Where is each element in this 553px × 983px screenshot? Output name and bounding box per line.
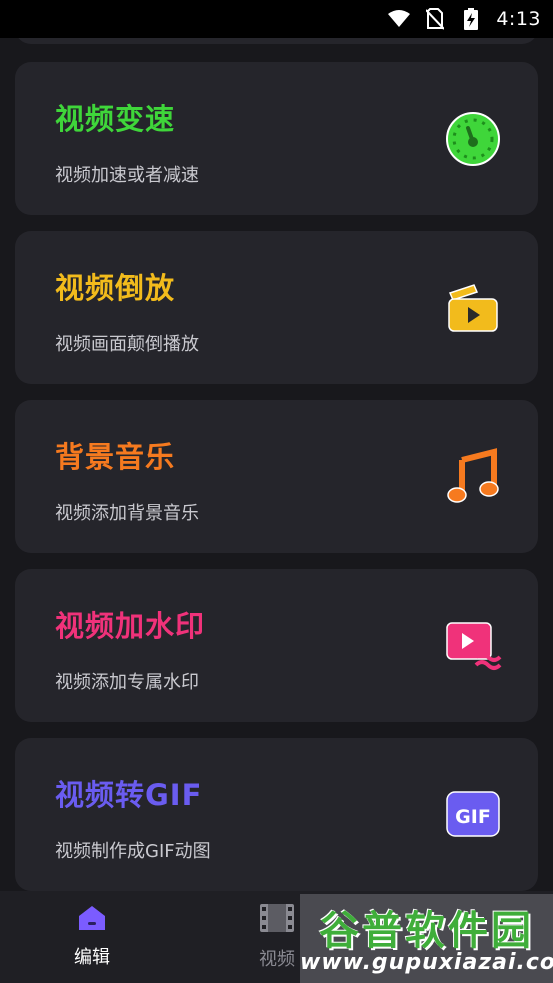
card-title: 视频加水印 bbox=[55, 609, 206, 643]
card-subtitle: 视频制作成GIF动图 bbox=[55, 841, 211, 862]
card-title: 视频转GIF bbox=[55, 778, 203, 812]
no-sim-icon bbox=[424, 8, 446, 30]
battery-charging-icon bbox=[460, 8, 482, 30]
card-subtitle: 视频加速或者减速 bbox=[55, 165, 199, 186]
feature-list[interactable]: 视频变速 视频加速或者减速 视频倒放 视频画面颠倒播放 背景音乐 视频添加背景音… bbox=[0, 38, 553, 891]
card-title: 视频变速 bbox=[55, 102, 176, 136]
tab-edit[interactable]: 编辑 bbox=[22, 891, 162, 983]
card-video-reverse[interactable]: 视频倒放 视频画面颠倒播放 bbox=[15, 231, 538, 384]
music-note-icon bbox=[444, 447, 502, 506]
card-video-watermark[interactable]: 视频加水印 视频添加专属水印 bbox=[15, 569, 538, 722]
tab-label: 编辑 bbox=[74, 947, 110, 968]
speedometer-icon bbox=[444, 110, 502, 168]
card-background-music[interactable]: 背景音乐 视频添加背景音乐 bbox=[15, 400, 538, 553]
card-subtitle: 视频添加专属水印 bbox=[55, 672, 199, 693]
watermark-title: 谷普软件园 bbox=[319, 908, 534, 954]
status-bar: 4:13 bbox=[0, 0, 553, 38]
tab-label: 视频 bbox=[259, 949, 295, 970]
reverse-play-icon bbox=[444, 279, 502, 337]
film-icon bbox=[259, 903, 295, 937]
card-video-speed[interactable]: 视频变速 视频加速或者减速 bbox=[15, 62, 538, 215]
card-video-to-gif[interactable]: 视频转GIF 视频制作成GIF动图 GIF bbox=[15, 738, 538, 891]
gif-icon: GIF bbox=[444, 786, 502, 844]
card-title: 视频倒放 bbox=[55, 271, 176, 305]
card-title: 背景音乐 bbox=[55, 440, 176, 474]
card-subtitle: 视频添加背景音乐 bbox=[55, 503, 199, 524]
watermark-url: www.gupuxiazai.com bbox=[300, 950, 553, 975]
watermark-icon bbox=[444, 617, 502, 675]
wifi-icon bbox=[388, 8, 411, 30]
home-icon bbox=[78, 905, 106, 935]
gif-icon-text: GIF bbox=[455, 806, 491, 828]
card-subtitle: 视频画面颠倒播放 bbox=[55, 334, 199, 355]
site-watermark: 谷普软件园 www.gupuxiazai.com bbox=[300, 894, 553, 983]
status-time: 4:13 bbox=[496, 8, 541, 30]
card-partial bbox=[15, 38, 538, 44]
